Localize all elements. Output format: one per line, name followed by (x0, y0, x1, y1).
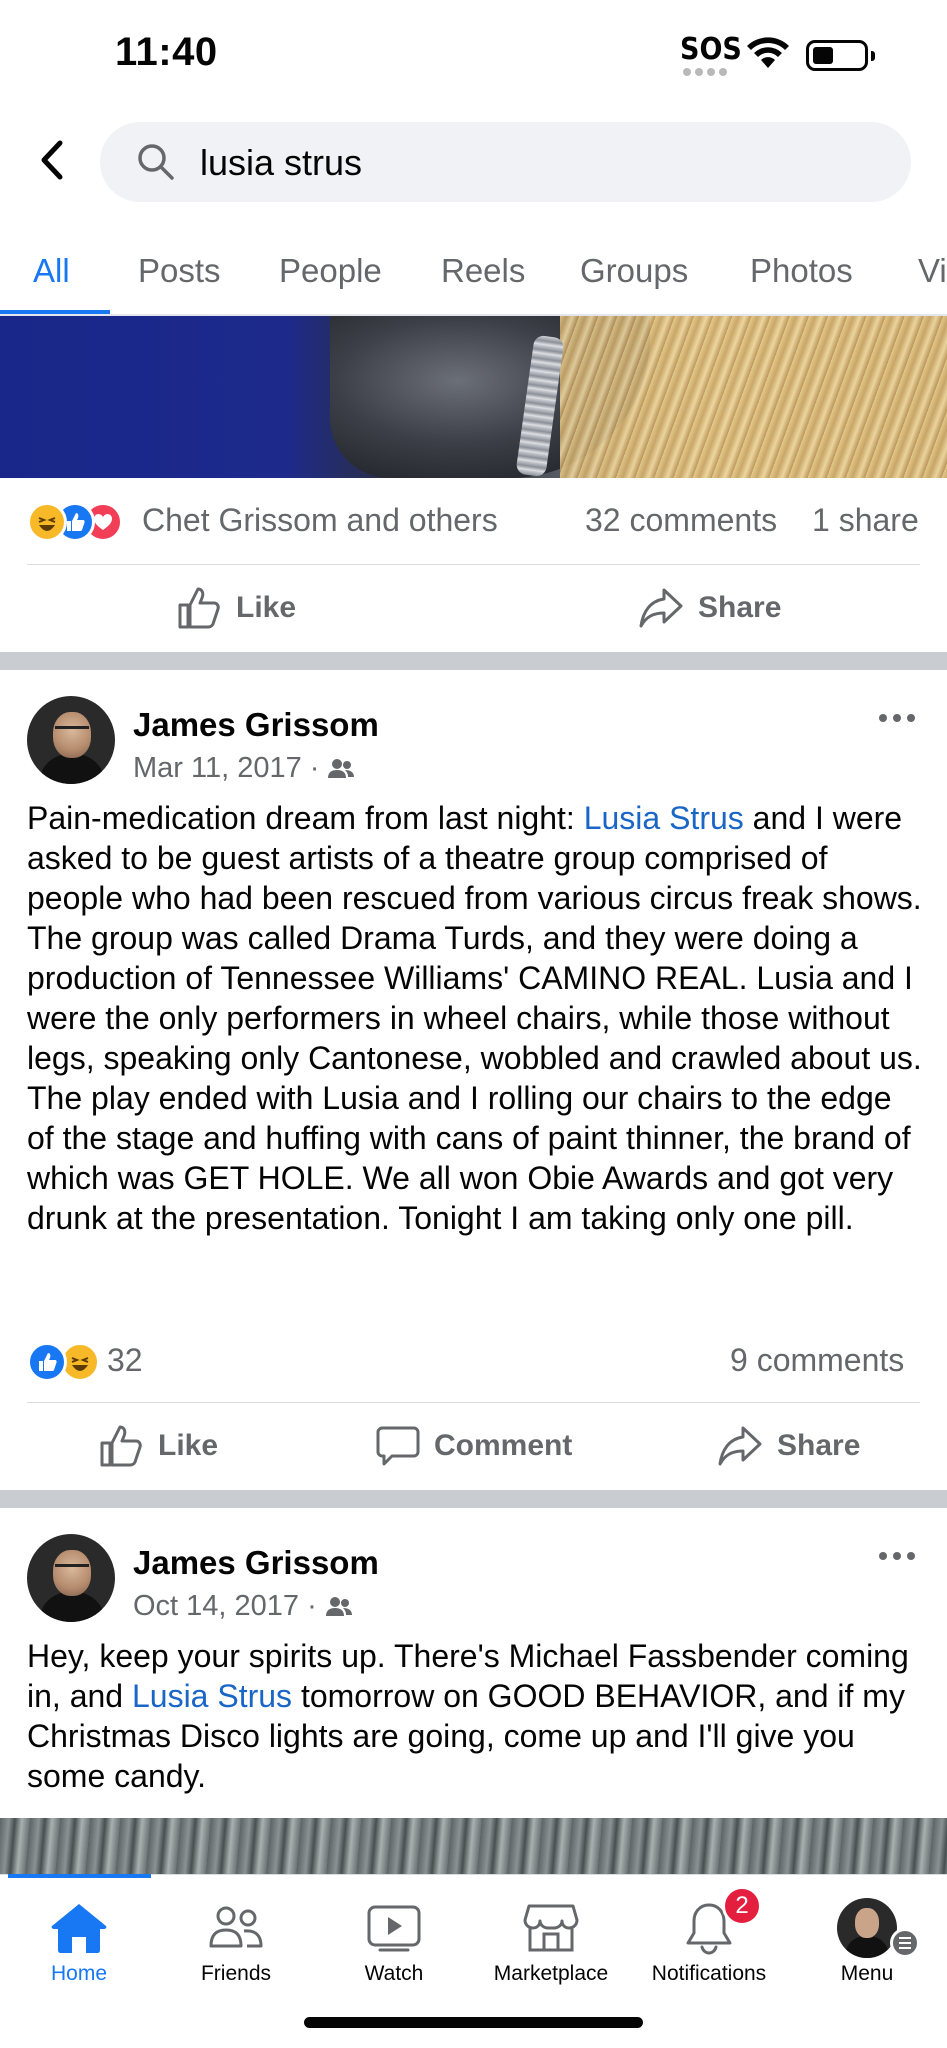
share-label: Share (698, 591, 782, 624)
search-query: lusia strus (200, 142, 363, 183)
menu-avatar (835, 1896, 899, 1960)
back-button[interactable] (30, 130, 74, 190)
avatar[interactable] (27, 1534, 115, 1622)
watch-video-icon (362, 1896, 426, 1960)
sos-indicator: SOS (680, 32, 742, 67)
more-options-button[interactable] (872, 1546, 922, 1566)
like-button[interactable]: Like (176, 578, 296, 638)
active-nav-indicator (8, 1874, 151, 1878)
signal-dots (683, 68, 733, 76)
mention-link[interactable]: Lusia Strus (132, 1678, 292, 1714)
share-button[interactable]: Share (717, 1416, 860, 1476)
menu-hamburger-icon (890, 1928, 920, 1958)
nav-marketplace[interactable]: Marketplace (472, 1890, 630, 2000)
post-text: Hey, keep your spirits up. There's Micha… (27, 1638, 909, 1794)
friends-audience-icon (328, 758, 355, 778)
avatar[interactable] (27, 696, 115, 784)
friends-audience-icon (325, 1596, 352, 1616)
wifi-icon (747, 37, 789, 68)
post-author[interactable]: James Grissom (133, 1544, 379, 1582)
comments-count[interactable]: 32 comments (585, 502, 777, 539)
post-author[interactable]: James Grissom (133, 706, 379, 744)
reaction-names: Chet Grissom and others (142, 502, 498, 538)
post-text: Pain-medication dream from last night: L… (27, 800, 922, 1236)
reactions-summary[interactable]: Chet Grissom and others 32 comments 1 sh… (27, 494, 920, 550)
post-date[interactable]: Oct 14, 2017 · (133, 1590, 353, 1623)
tab-videos[interactable]: Vi (918, 252, 947, 290)
search-filter-tabs: All Posts People Reels Groups Photos Vi (0, 240, 947, 316)
post-photo[interactable] (0, 1818, 947, 1874)
notification-badge: 2 (722, 1886, 762, 1926)
like-label: Like (236, 591, 297, 624)
more-options-button[interactable] (872, 708, 922, 728)
nav-notifications[interactable]: 2 Notifications (630, 1886, 788, 2000)
tab-reels[interactable]: Reels (441, 252, 525, 290)
mention-link[interactable]: Lusia Strus (584, 800, 744, 836)
nav-home[interactable]: Home (0, 1890, 158, 2000)
reaction-count: 32 (107, 1342, 143, 1378)
reactions-summary[interactable]: 32 9 comments (27, 1334, 920, 1390)
share-button[interactable]: Share (638, 578, 781, 638)
status-time: 11:40 (115, 30, 218, 74)
home-icon (47, 1896, 111, 1960)
thumbs-up-icon (100, 1425, 142, 1467)
thumbs-up-icon (178, 587, 220, 629)
share-arrow-icon (639, 588, 683, 628)
haha-reaction-icon (27, 502, 67, 542)
shares-count[interactable]: 1 share (812, 502, 919, 539)
nav-friends[interactable]: Friends (157, 1890, 315, 2000)
tab-photos[interactable]: Photos (750, 252, 853, 290)
share-label: Share (777, 1429, 861, 1462)
comment-bubble-icon (376, 1426, 420, 1466)
tab-people[interactable]: People (279, 252, 382, 290)
search-icon (138, 144, 174, 180)
share-arrow-icon (718, 1426, 762, 1466)
status-bar: 11:40 SOS (0, 0, 947, 110)
comment-label: Comment (434, 1429, 573, 1462)
tab-all[interactable]: All (33, 252, 70, 290)
tab-groups[interactable]: Groups (580, 252, 688, 290)
comment-button[interactable]: Comment (376, 1416, 572, 1476)
tab-posts[interactable]: Posts (138, 252, 221, 290)
post-photo[interactable] (0, 316, 947, 478)
comments-count[interactable]: 9 comments (730, 1342, 904, 1379)
nav-menu[interactable]: Menu (788, 1890, 946, 2000)
friends-icon (204, 1896, 268, 1960)
like-label: Like (158, 1429, 219, 1462)
chevron-left-icon (41, 140, 63, 180)
marketplace-store-icon (519, 1896, 583, 1960)
search-input[interactable]: lusia strus (100, 122, 911, 202)
home-indicator (304, 2017, 643, 2028)
battery-icon (806, 40, 868, 71)
like-button[interactable]: Like (98, 1416, 218, 1476)
nav-watch[interactable]: Watch (315, 1890, 473, 2000)
like-reaction-icon (27, 1342, 67, 1382)
post-date[interactable]: Mar 11, 2017 · (133, 752, 355, 785)
